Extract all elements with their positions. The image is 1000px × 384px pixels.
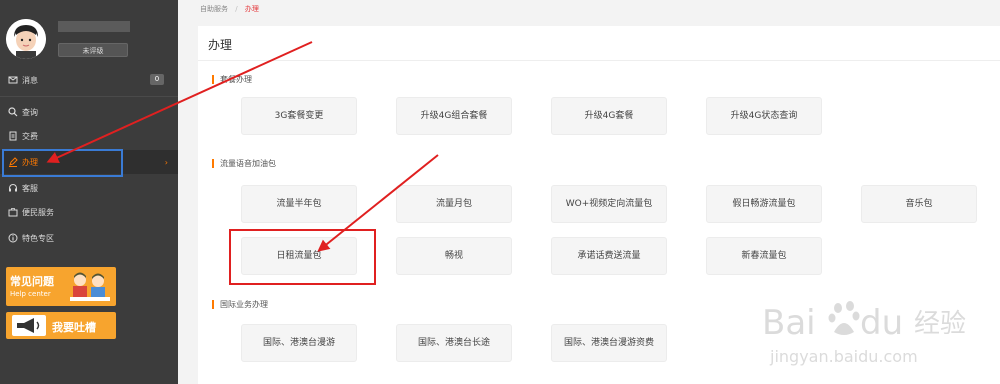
- sidebar-item-messages[interactable]: 消息 0: [0, 68, 178, 92]
- breadcrumb-parent[interactable]: 自助服务: [200, 5, 228, 13]
- megaphone-icon: [12, 315, 46, 336]
- svg-text:jingyan.baidu.com: jingyan.baidu.com: [769, 347, 918, 366]
- document-icon: [8, 131, 18, 141]
- breadcrumb: 自助服务 / 办理: [200, 4, 259, 14]
- info-icon: [8, 233, 18, 243]
- sidebar-item-payment[interactable]: 交费: [0, 124, 178, 148]
- message-icon: [8, 75, 18, 85]
- option-button[interactable]: 新春流量包: [706, 237, 822, 275]
- option-button[interactable]: 国际、港澳台漫游资费: [551, 324, 667, 362]
- sidebar-item-label: 特色专区: [22, 233, 54, 243]
- breadcrumb-current: 办理: [244, 5, 259, 13]
- briefcase-icon: [8, 207, 18, 217]
- rating-badge: 未评级: [58, 43, 128, 57]
- sidebar-item-label: 客服: [22, 183, 38, 193]
- faq-banner-title: 常见问题: [10, 275, 54, 288]
- option-button[interactable]: 畅视: [396, 237, 512, 275]
- option-button[interactable]: 流量月包: [396, 185, 512, 223]
- sidebar-item-label: 交费: [22, 131, 38, 141]
- option-button[interactable]: 升级4G状态查询: [706, 97, 822, 135]
- option-button[interactable]: 假日畅游流量包: [706, 185, 822, 223]
- chevron-right-icon: ›: [164, 157, 168, 167]
- option-button[interactable]: 3G套餐变更: [241, 97, 357, 135]
- section-title-international: 国际业务办理: [212, 300, 268, 309]
- people-illustration-icon: [70, 272, 110, 301]
- baidu-logo-icon: Bai du 经验 jingyan.baidu.com: [762, 301, 966, 366]
- search-icon: [8, 107, 18, 117]
- highlight-box-red: [229, 229, 376, 285]
- sidebar-item-query[interactable]: 查询: [0, 100, 178, 124]
- username-masked: [58, 21, 130, 32]
- baidu-jingyan-watermark: Bai du 经验 jingyan.baidu.com: [762, 296, 992, 376]
- faq-banner[interactable]: 常见问题 Help center: [6, 267, 116, 306]
- option-button[interactable]: 国际、港澳台长途: [396, 324, 512, 362]
- page-title: 办理: [208, 38, 233, 52]
- faq-banner-subtitle: Help center: [10, 290, 51, 298]
- avatar[interactable]: [6, 19, 46, 59]
- sidebar-item-convenience[interactable]: 便民服务: [0, 200, 178, 224]
- panel-divider: [198, 60, 1000, 61]
- sidebar-item-label: 便民服务: [22, 207, 54, 217]
- option-button[interactable]: 承诺话费送流量: [551, 237, 667, 275]
- section-title-package: 套餐办理: [212, 75, 252, 84]
- avatar-icon: [6, 19, 46, 59]
- complain-banner[interactable]: 我要吐槽: [6, 312, 116, 339]
- svg-text:经验: 经验: [914, 309, 966, 339]
- sidebar: 未评级 消息 0 查询 交费 办理 › 客服 便民服务 特色专区 常见问题 He…: [0, 0, 178, 384]
- section-title-data-pack: 流量语音加油包: [212, 159, 276, 168]
- sidebar-item-label: 查询: [22, 107, 38, 117]
- sidebar-item-label: 消息: [22, 75, 38, 85]
- svg-text:du: du: [860, 303, 903, 343]
- message-count-badge: 0: [150, 74, 164, 85]
- headset-icon: [8, 183, 18, 193]
- highlight-box-blue: [2, 149, 123, 177]
- svg-text:Bai: Bai: [762, 303, 816, 343]
- sidebar-divider: [0, 96, 178, 97]
- option-button[interactable]: 升级4G套餐: [551, 97, 667, 135]
- option-button[interactable]: 流量半年包: [241, 185, 357, 223]
- complain-banner-label: 我要吐槽: [52, 321, 96, 334]
- option-button[interactable]: 国际、港澳台漫游: [241, 324, 357, 362]
- breadcrumb-separator: /: [235, 5, 238, 13]
- option-button[interactable]: 音乐包: [861, 185, 977, 223]
- option-button[interactable]: 升级4G组合套餐: [396, 97, 512, 135]
- sidebar-item-customer-service[interactable]: 客服: [0, 176, 178, 200]
- option-button[interactable]: WO+视频定向流量包: [551, 185, 667, 223]
- sidebar-item-special[interactable]: 特色专区: [0, 226, 178, 250]
